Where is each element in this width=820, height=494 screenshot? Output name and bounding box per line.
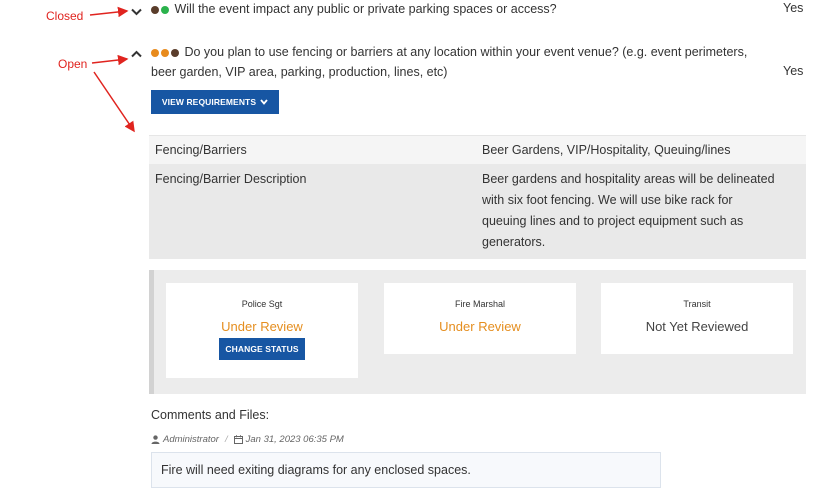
review-status: Under Review [439, 319, 521, 334]
comment-text: Fire will need exiting diagrams for any … [161, 463, 471, 477]
status-dot-orange [151, 48, 159, 57]
open-arrow-to-chevron [91, 54, 129, 66]
view-requirements-button[interactable]: VIEW REQUIREMENTS [151, 90, 279, 114]
review-card-police: Police Sgt Under Review CHANGE STATUS [166, 283, 358, 378]
review-card-fire-marshal: Fire Marshal Under Review [384, 283, 576, 354]
closed-arrow [89, 6, 129, 18]
chevron-down-icon [131, 3, 142, 20]
comment-box: Fire will need exiting diagrams for any … [151, 452, 661, 488]
review-role: Transit [683, 299, 711, 309]
question-text-line2: beer garden, VIP area, parking, producti… [151, 65, 448, 79]
annotation-arrows [89, 6, 135, 133]
details-value-line: Beer gardens and hospitality areas will … [482, 172, 775, 186]
calendar-icon [233, 435, 243, 444]
details-value: Beer Gardens, VIP/Hospitality, Queuing/l… [482, 143, 731, 157]
question-answer: Yes [783, 64, 804, 78]
details-label: Fencing/Barrier Description [155, 172, 307, 186]
comment-meta: Administrator / Jan 31, 2023 06:35 PM [151, 434, 344, 445]
details-value-line: generators. [482, 235, 546, 249]
comment-author: Administrator [163, 434, 219, 445]
review-status: Under Review [221, 319, 303, 334]
details-value-line: queuing lines and to project equipment s… [482, 214, 744, 228]
question-text-line1: Do you plan to use fencing or barriers a… [184, 45, 748, 59]
question-closed-toggle[interactable] [131, 3, 142, 21]
question-answer: Yes [783, 1, 804, 15]
review-status: Not Yet Reviewed [645, 319, 749, 334]
chevron-down-icon [260, 99, 268, 105]
review-role: Fire Marshal [454, 299, 505, 309]
open-arrow-to-panel [93, 71, 135, 133]
chevron-up-icon [131, 45, 142, 62]
meta-separator: / [224, 434, 228, 445]
user-icon [151, 435, 160, 444]
details-label: Fencing/Barriers [155, 143, 247, 157]
question-text: Will the event impact any public or priv… [174, 2, 557, 16]
comment-date: Jan 31, 2023 06:35 PM [245, 434, 344, 445]
question-open-toggle[interactable] [131, 45, 142, 63]
question-closed-row: Will the event impact any public or priv… [151, 0, 557, 18]
review-card-transit: Transit Not Yet Reviewed [601, 283, 793, 354]
change-status-button[interactable]: CHANGE STATUS [219, 338, 305, 360]
details-value-line: with six foot fencing. We will use bike … [482, 193, 733, 207]
status-dot-brown [171, 48, 179, 57]
status-dot-brown [151, 5, 159, 14]
comments-heading: Comments and Files: [151, 408, 270, 422]
status-dot-orange [161, 48, 169, 57]
status-dot-green [161, 5, 169, 14]
review-role: Police Sgt [241, 299, 283, 309]
question-open-line1: Do you plan to use fencing or barriers a… [151, 43, 747, 61]
